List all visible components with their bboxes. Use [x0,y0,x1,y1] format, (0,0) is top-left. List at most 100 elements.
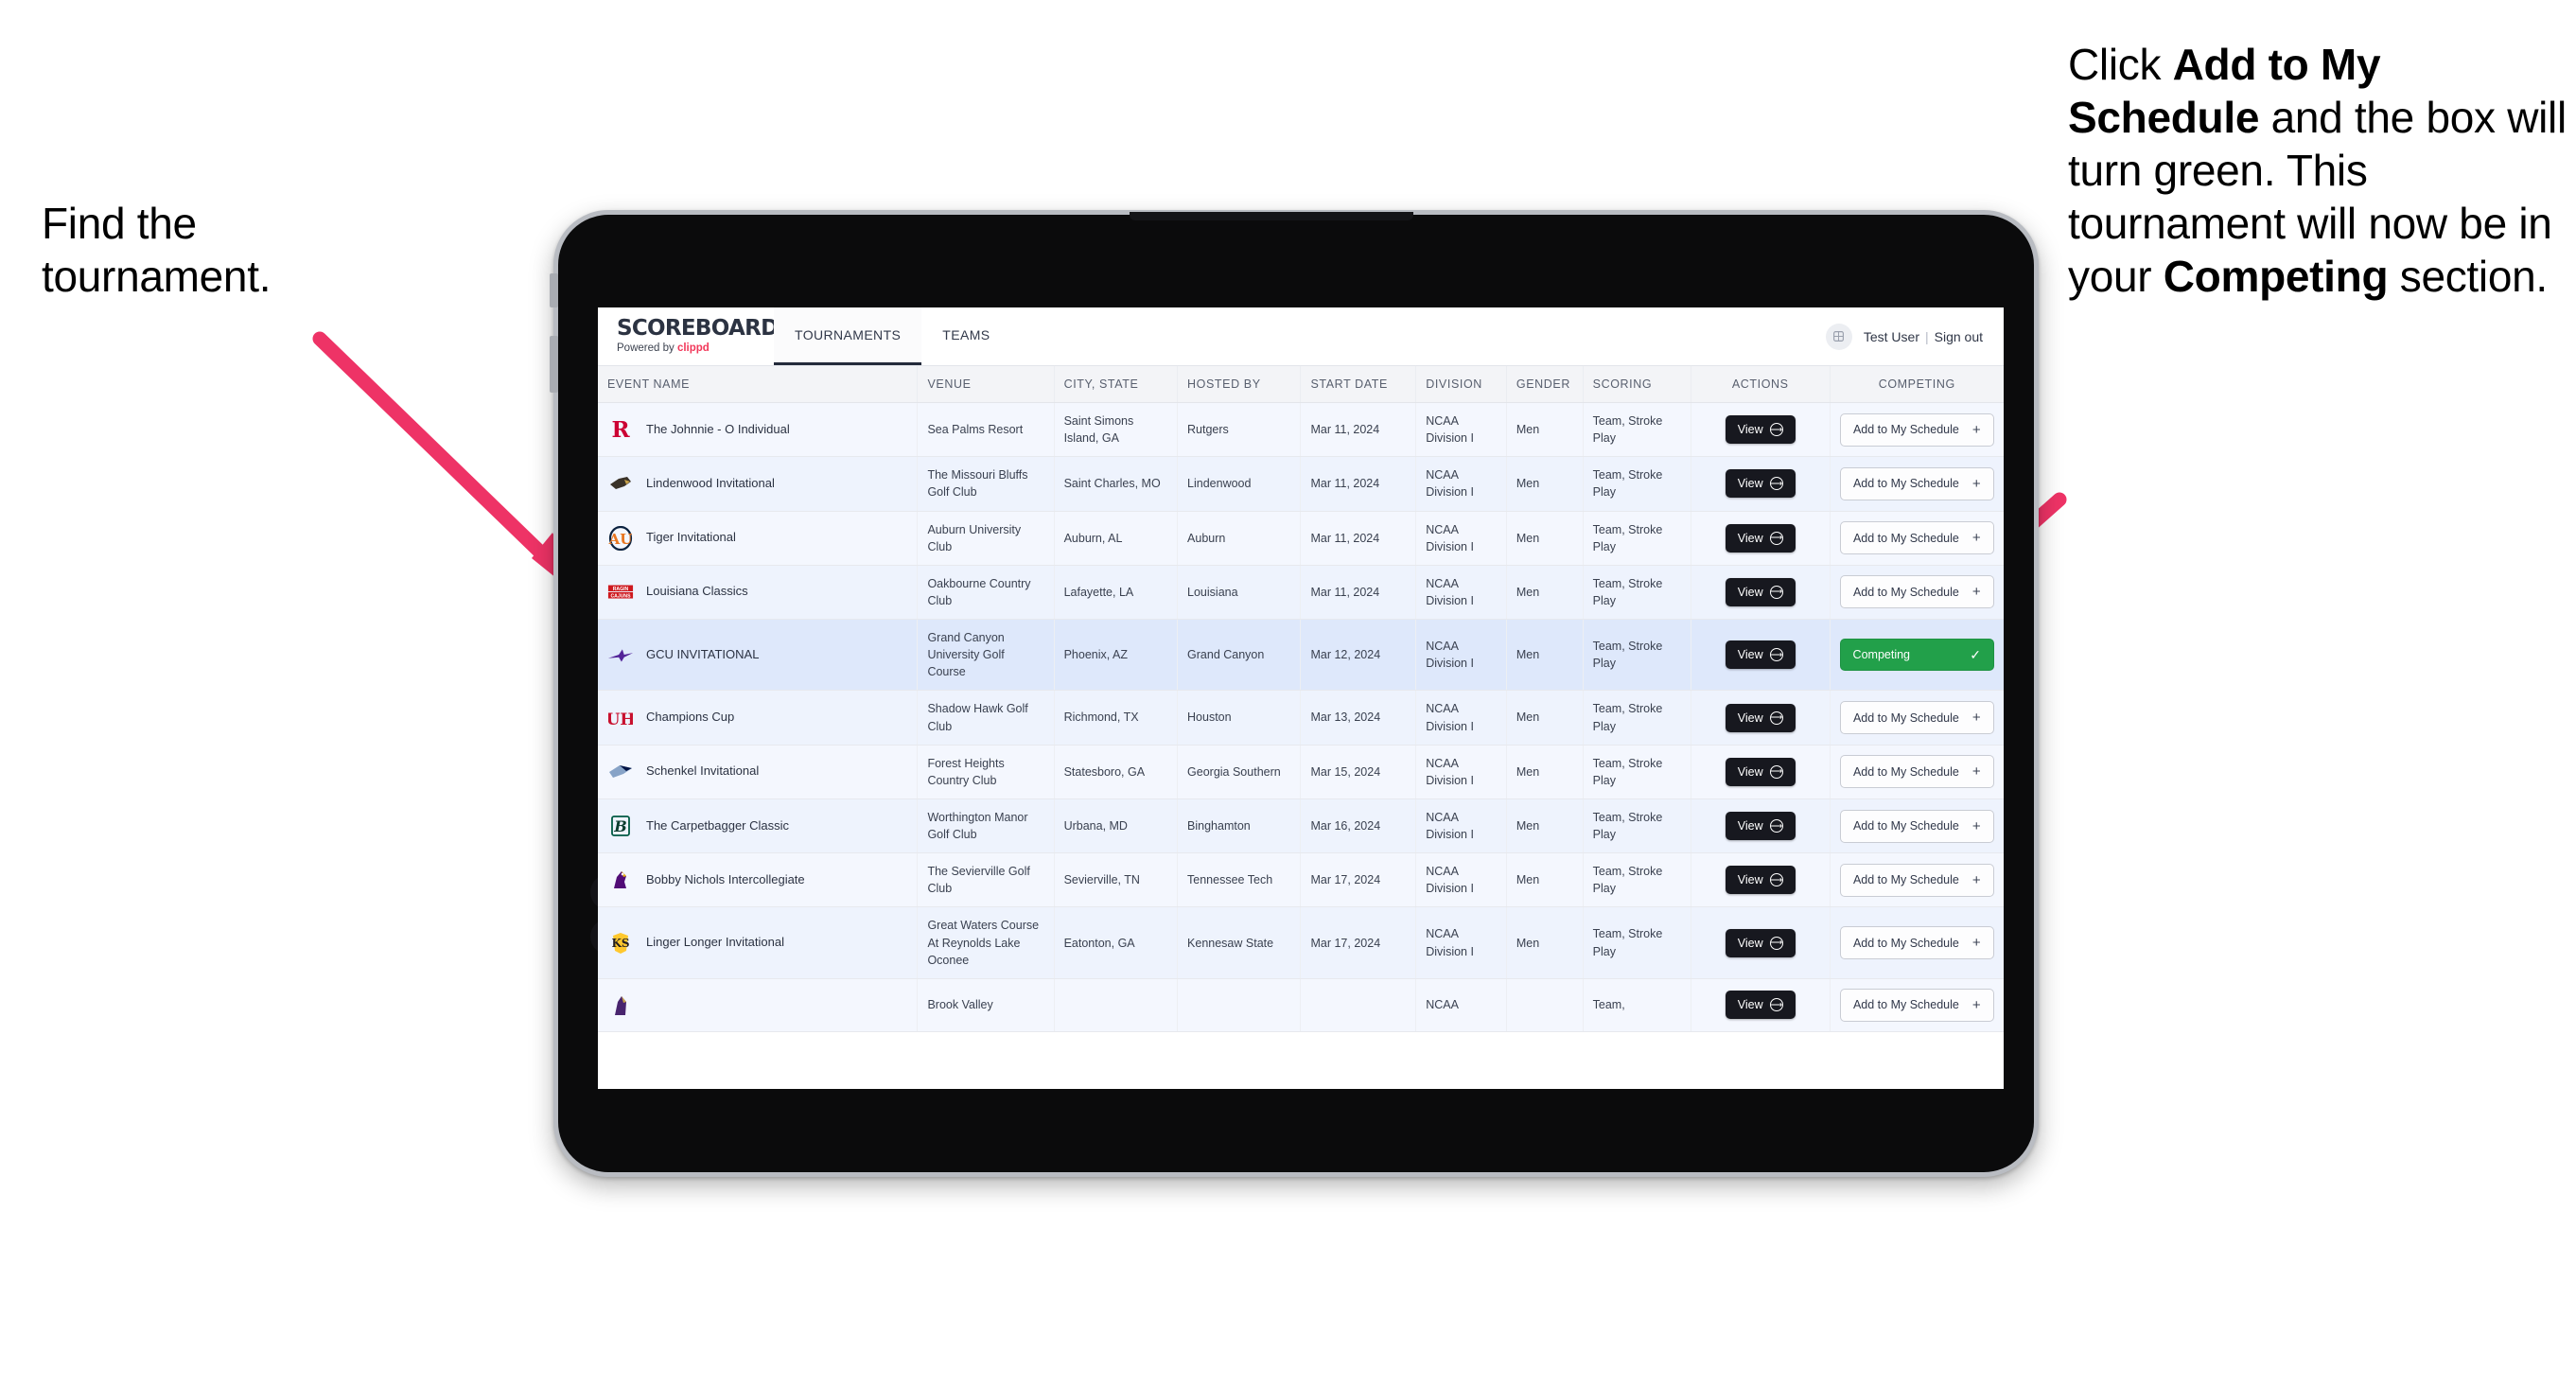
view-button[interactable]: View ⟶ [1725,523,1796,553]
svg-text:AU: AU [608,531,632,548]
cell-event-name: RAGIN CAJUNS Louisiana Classics [598,565,919,621]
cell-city-state-text: Phoenix, AZ [1063,648,1128,662]
cell-venue-text: Shadow Hawk Golf Club [927,702,1028,733]
view-button[interactable]: View ⟶ [1725,757,1796,786]
view-button[interactable]: View ⟶ [1725,928,1796,957]
tennessee-tech-eagle-logo [607,867,634,893]
cell-gender: Men [1506,906,1584,979]
cell-division: NCAA Division I [1415,565,1507,621]
table-row[interactable]: Schenkel Invitational Forest Heights Coun… [598,745,2004,799]
col-city-state[interactable]: CITY, STATE [1054,366,1179,403]
view-button[interactable]: View ⟶ [1725,415,1796,445]
cell-competing: Add to My Schedule + [1830,402,2004,458]
cell-division-text: NCAA Division I [1426,468,1474,500]
cell-start-date: Mar 11, 2024 [1300,511,1417,566]
arrow-right-circle-icon: ⟶ [1769,477,1783,491]
power-button[interactable] [550,273,558,307]
add-to-my-schedule-button[interactable]: Add to My Schedule + [1839,412,1994,447]
tab-tournaments[interactable]: TOURNAMENTS [774,307,922,365]
arrow-right-circle-icon: ⟶ [1769,585,1783,599]
tournaments-table-container[interactable]: EVENT NAME VENUE CITY, STATE HOSTED BY S… [598,366,2004,1089]
table-row[interactable]: Lindenwood Invitational The Missouri Bluf… [598,456,2004,512]
table-row[interactable]: KS Linger Longer Invitational Great Waters… [598,906,2004,979]
plus-icon: + [1971,871,1981,888]
cell-scoring: Team, Stroke Play [1583,456,1691,512]
cell-gender: Men [1506,798,1584,854]
table-row[interactable]: GCU INVITATIONAL Grand Canyon University … [598,619,2004,692]
cell-city-state-text: Eatonton, GA [1063,936,1135,950]
tab-teams[interactable]: TEAMS [921,307,1010,365]
event-name-text: Bobby Nichols Intercollegiate [646,871,805,886]
cell-gender: Men [1506,511,1584,566]
cell-scoring-text: Team, Stroke Play [1592,810,1663,841]
cell-division: NCAA Division I [1415,456,1507,512]
cell-actions: View ⟶ [1691,690,1831,746]
brand-clippd: clippd [676,342,710,355]
sign-out-link[interactable]: Sign out [1935,329,1983,344]
table-row[interactable]: Brook Valley NCAA Team, View ⟶ Add to My Sche… [598,978,2004,1032]
add-to-my-schedule-label: Add to My Schedule [1852,873,1959,887]
add-to-my-schedule-button[interactable]: Add to My Schedule + [1839,755,1994,789]
view-button[interactable]: View ⟶ [1725,812,1796,840]
cell-venue-text: Forest Heights Country Club [927,756,1005,787]
auburn-au-logo: AU [607,525,634,552]
col-start-date[interactable]: START DATE [1300,366,1417,403]
avatar[interactable] [1825,323,1852,350]
add-to-my-schedule-button[interactable]: Add to My Schedule + [1839,575,1994,609]
add-to-my-schedule-button[interactable]: Add to My Schedule + [1839,466,1994,500]
cell-scoring-text: Team, Stroke Play [1592,522,1663,553]
cell-division: NCAA Division I [1415,745,1507,799]
col-venue[interactable]: VENUE [917,366,1055,403]
cell-scoring-text: Team, Stroke Play [1592,640,1663,671]
view-button[interactable]: View ⟶ [1725,640,1796,670]
cell-scoring-text: Team, Stroke Play [1592,756,1663,787]
cell-city-state: Eatonton, GA [1054,906,1179,979]
col-hosted-by[interactable]: HOSTED BY [1177,366,1302,403]
col-gender[interactable]: GENDER [1506,366,1584,403]
view-button-label: View [1737,585,1763,599]
add-to-my-schedule-button[interactable]: Add to My Schedule + [1839,521,1994,555]
add-to-my-schedule-button[interactable]: Add to My Schedule + [1839,863,1994,897]
cell-scoring: Team, Stroke Play [1583,511,1691,566]
view-button[interactable]: View ⟶ [1725,703,1796,732]
svg-text:B: B [613,817,627,835]
svg-text:RAGIN: RAGIN [613,587,629,592]
table-row[interactable]: AU Tiger Invitational Auburn University Cl… [598,511,2004,566]
view-button[interactable]: View ⟶ [1725,577,1796,606]
cell-venue: Great Waters Course At Reynolds Lake Oco… [917,906,1055,979]
table-row[interactable]: B The Carpetbagger Classic Worthington Man… [598,798,2004,854]
table-row[interactable]: UH Champions Cup Shadow Hawk Golf Club Rich… [598,690,2004,746]
cell-start-date-text: Mar 11, 2024 [1310,423,1380,437]
col-division[interactable]: DIVISION [1415,366,1507,403]
cell-competing: Add to My Schedule + [1830,745,2004,799]
table-row[interactable]: Bobby Nichols Intercollegiate The Sevierv… [598,852,2004,908]
add-to-my-schedule-button[interactable]: Add to My Schedule + [1839,926,1994,960]
event-name-text: Linger Longer Invitational [646,935,784,950]
cell-hosted-by: Louisiana [1177,565,1302,621]
volume-button[interactable] [550,336,558,393]
cell-scoring: Team, Stroke Play [1583,745,1691,799]
add-to-my-schedule-label: Add to My Schedule [1852,764,1959,779]
cell-start-date [1300,978,1417,1032]
view-button[interactable]: View ⟶ [1725,469,1796,499]
col-event-name[interactable]: EVENT NAME [598,366,919,403]
app-header: SCOREBOARD Powered by clippd TOURNAMENTS… [598,307,2004,366]
add-to-my-schedule-button[interactable]: Add to My Schedule + [1839,701,1994,734]
cell-actions: View ⟶ [1691,511,1831,566]
add-to-my-schedule-button[interactable]: Add to My Schedule + [1839,809,1994,843]
table-row[interactable]: R The Johnnie - O Individual Sea Palms Res… [598,402,2004,458]
cell-start-date: Mar 17, 2024 [1300,852,1417,908]
add-to-my-schedule-button[interactable]: Add to My Schedule + [1839,988,1994,1022]
user-info: Test User | Sign out [1864,329,1983,344]
view-button[interactable]: View ⟶ [1725,991,1796,1020]
cell-division-text: NCAA Division I [1426,927,1474,958]
svg-text:R: R [611,417,630,442]
view-button[interactable]: View ⟶ [1725,866,1796,895]
col-scoring[interactable]: SCORING [1583,366,1691,403]
table-row[interactable]: RAGIN CAJUNS Louisiana Classics Oakbourne C… [598,565,2004,621]
cell-actions: View ⟶ [1691,745,1831,799]
tablet-screen: SCOREBOARD Powered by clippd TOURNAMENTS… [598,307,2004,1089]
competing-button[interactable]: Competing ✓ [1839,639,1994,672]
cell-venue: Grand Canyon University Golf Course [917,619,1055,692]
view-button-label: View [1737,936,1763,950]
